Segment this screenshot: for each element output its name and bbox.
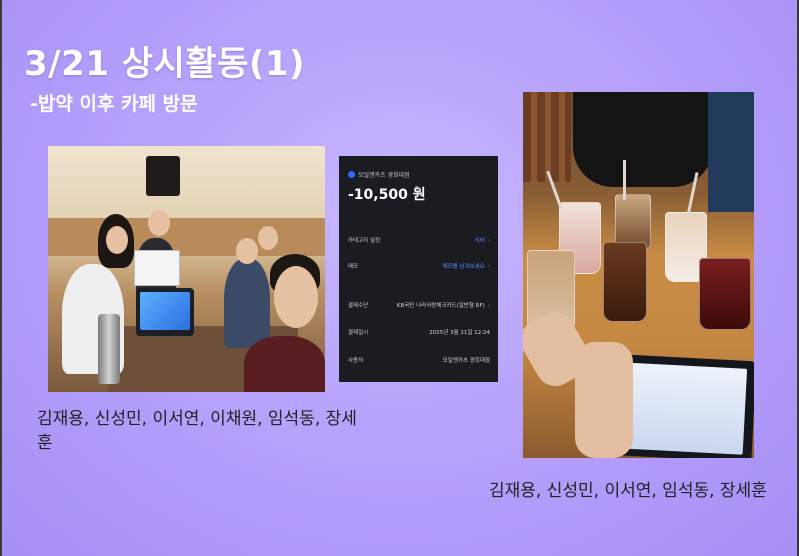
row-value: 2025년 3월 21일 12:24 — [429, 330, 490, 336]
water-bottle — [98, 314, 120, 384]
row-value: 식비 — [474, 238, 485, 244]
row-payment-method: 결제수단 KB국민 나라사랑체크카드(일반형 RF) › — [348, 301, 490, 309]
drink-cup — [699, 258, 751, 330]
v-sign-hand — [575, 342, 633, 458]
drink-cup — [603, 242, 647, 322]
slide: 3/21 상시활동(1) -밥약 이후 카페 방문 김재용, 신성민, 이서연,… — [0, 0, 799, 556]
right-photo-caption: 김재용, 신성민, 이서연, 임석동, 장세훈 — [489, 481, 767, 501]
person-5 — [244, 336, 325, 392]
pencil-icon: ✎ — [414, 185, 423, 196]
row-label: 사용처 — [348, 358, 364, 364]
row-category: 카테고리 설정 식비 › — [348, 236, 490, 244]
row-value: KB국민 나라사랑체크카드(일반형 RF) — [396, 303, 485, 309]
person-4-face — [258, 226, 278, 250]
row-datetime: 결제일시 2025년 3월 21일 12:24 — [348, 328, 490, 336]
cafe-drinks-photo — [523, 92, 754, 458]
photo-chair — [523, 92, 571, 182]
merchant-name: 모일앤카츠 경희대점 — [358, 172, 410, 179]
merchant-header: 모일앤카츠 경희대점 — [348, 170, 410, 179]
slide-title: 3/21 상시활동(1) — [24, 44, 306, 84]
photo-wood-panel — [48, 218, 325, 256]
drink-straw — [623, 160, 626, 200]
order-tablet — [136, 288, 194, 336]
row-label: 메모 — [348, 264, 359, 270]
payment-screenshot: 모일앤카츠 경희대점 -10,500 원 ✎ 카테고리 설정 식비 › 메모 메모… — [339, 156, 498, 382]
merchant-logo-icon — [348, 171, 355, 178]
chevron-right-icon: › — [487, 303, 490, 309]
row-value: 모일앤카츠 경희대점 — [442, 358, 490, 364]
chevron-right-icon: › — [487, 238, 490, 244]
person-5-face — [274, 266, 318, 328]
row-label: 결제일시 — [348, 330, 369, 336]
person-jacket — [708, 92, 754, 212]
person-3 — [224, 258, 270, 348]
person-hoodie — [573, 92, 713, 187]
left-photo-caption: 김재용, 신성민, 이서연, 이채원, 임석동, 장세훈 — [37, 409, 357, 453]
row-place: 사용처 모일앤카츠 경희대점 — [348, 356, 490, 364]
group-photo-restaurant — [48, 146, 325, 392]
row-label: 카테고리 설정 — [348, 238, 381, 244]
slide-subtitle: -밥약 이후 카페 방문 — [30, 93, 198, 115]
photo-menu-board — [134, 250, 180, 286]
person-2-face — [148, 210, 170, 236]
chevron-right-icon: › — [487, 264, 490, 270]
restaurant-sign — [146, 156, 180, 196]
row-label: 결제수단 — [348, 303, 369, 309]
person-1-face — [106, 226, 128, 254]
row-memo: 메모 메모를 남겨보세요 › — [348, 262, 490, 270]
row-value: 메모를 남겨보세요 — [442, 264, 485, 270]
person-3-face — [236, 238, 258, 264]
